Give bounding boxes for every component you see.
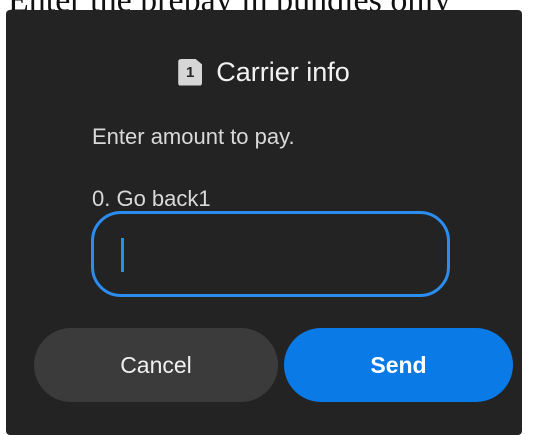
sim-card-icon: 1 [178,58,203,86]
cancel-button[interactable]: Cancel [34,328,278,402]
dialog-header: 1 Carrier info [6,56,522,88]
screen: Enter the prepay in bundles only 1 Carri… [0,0,534,435]
send-button[interactable]: Send [284,328,513,402]
amount-input[interactable] [91,211,450,297]
menu-option: 0. Go back1 [92,186,211,211]
dialog-message: Enter amount to pay. [92,124,295,149]
carrier-info-dialog: 1 Carrier info Enter amount to pay. 0. G… [6,10,522,435]
dialog-title: Carrier info [216,56,350,87]
text-cursor [121,238,124,272]
